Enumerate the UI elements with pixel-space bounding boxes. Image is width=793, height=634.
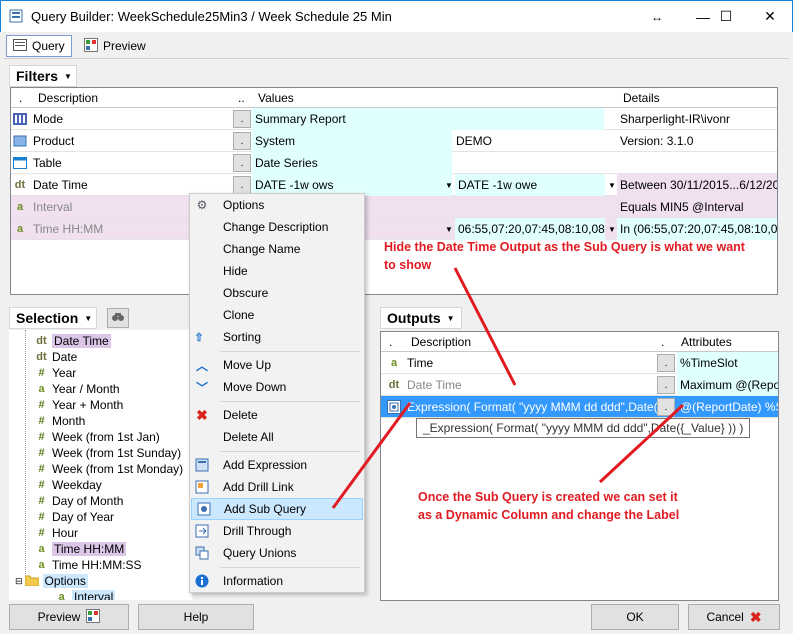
cancel-button[interactable]: Cancel ✖ bbox=[688, 604, 780, 630]
arrow-line-right bbox=[598, 403, 685, 484]
cancel-x-icon: ✖ bbox=[749, 608, 762, 625]
arrow-line-left bbox=[331, 402, 412, 509]
help-button[interactable]: Help bbox=[138, 604, 254, 630]
arrow-line-top bbox=[453, 267, 517, 386]
annotation-arrows bbox=[331, 267, 685, 509]
preview-icon bbox=[86, 608, 101, 626]
preview-button[interactable]: Preview bbox=[9, 604, 129, 630]
ok-button[interactable]: OK bbox=[591, 604, 679, 630]
